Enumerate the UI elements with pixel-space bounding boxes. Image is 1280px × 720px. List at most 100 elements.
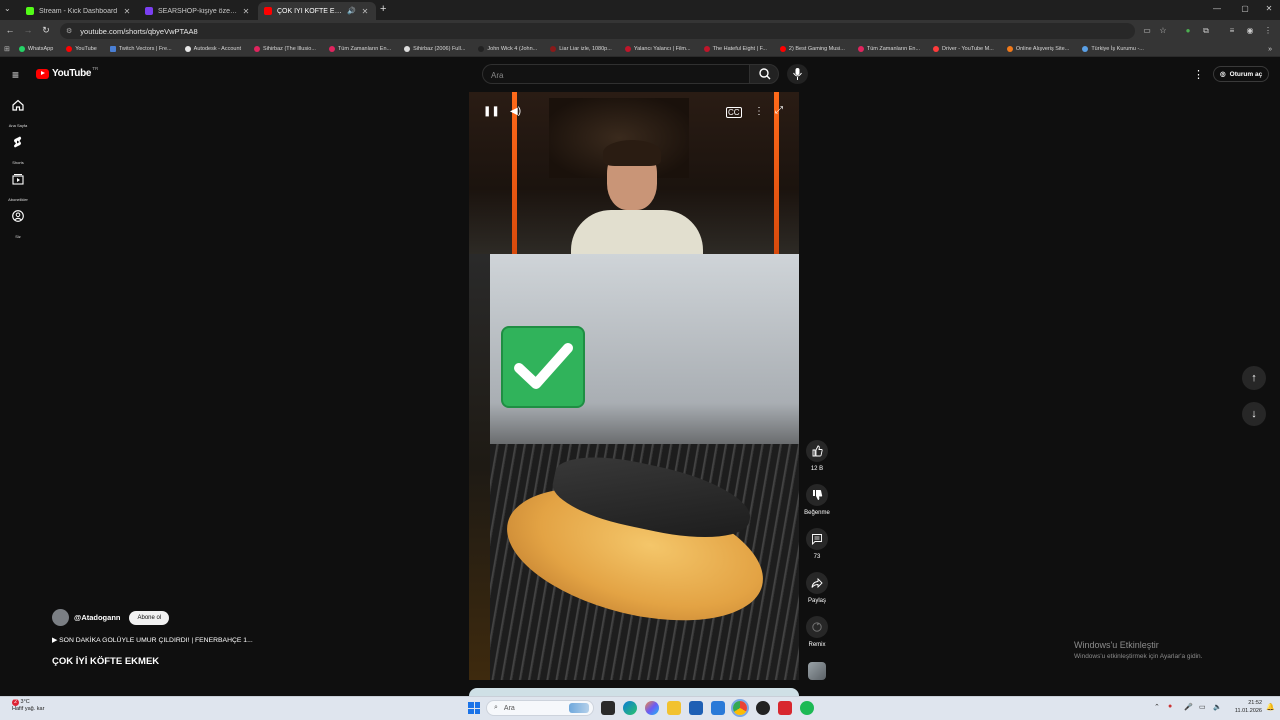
maximize-window-icon[interactable]: ▢	[1238, 4, 1252, 13]
spotify-icon[interactable]	[800, 701, 814, 715]
bookmark-item[interactable]: WhatsApp	[18, 46, 53, 52]
sidebar-item-subscriptions[interactable]: Abonelikler	[0, 172, 36, 206]
hamburger-menu-icon[interactable]: ≡	[12, 68, 19, 82]
shorts-video-player[interactable]: ❚❚ ◀) CC ⋮ ⤢	[469, 92, 799, 680]
comments-action[interactable]: 73	[800, 528, 834, 560]
sidebar-item-you[interactable]: Siz	[0, 209, 36, 243]
chrome-icon[interactable]	[733, 701, 747, 715]
bookmark-item[interactable]: Yalancı Yalancı | Film...	[624, 46, 691, 52]
food-clip-frame	[490, 254, 799, 680]
fullscreen-icon[interactable]: ⤢	[775, 105, 783, 116]
bookmark-item[interactable]: Sihirbaz (2006) Full...	[404, 46, 465, 52]
file-explorer-icon[interactable]	[667, 701, 681, 715]
channel-name[interactable]: @Atadogann	[74, 613, 120, 622]
pause-icon[interactable]: ❚❚	[483, 106, 500, 117]
close-tab-icon[interactable]: ✕	[360, 7, 370, 16]
audio-playing-icon[interactable]: 🔊	[347, 7, 356, 15]
dislike-button[interactable]	[806, 484, 828, 506]
forward-icon[interactable]: →	[22, 25, 34, 35]
display-tray-icon[interactable]: ▭	[1199, 703, 1206, 711]
search-button[interactable]	[749, 64, 779, 84]
address-bar[interactable]: ⚙ youtube.com/shorts/qbyeVwPTAA8	[60, 23, 1135, 39]
tab-search-button[interactable]: ⌄	[4, 4, 11, 13]
sidebar-item-label: Shorts	[12, 160, 24, 165]
like-action[interactable]: 12 B	[800, 440, 834, 472]
comments-button[interactable]	[806, 528, 828, 550]
bookmark-item[interactable]: Online Alışveriş Site...	[1006, 46, 1069, 52]
avatar[interactable]	[52, 609, 69, 626]
notification-bell-icon[interactable]: 🔔	[1266, 703, 1275, 711]
more-bookmarks-icon[interactable]: »	[1268, 46, 1272, 53]
bookmark-item[interactable]: Tüm Zamanların En...	[857, 46, 920, 52]
volume-icon[interactable]: ◀)	[510, 106, 521, 117]
sidebar-item-home[interactable]: Ana Sayfa	[0, 98, 36, 132]
signin-button[interactable]: ◎ Oturum aç	[1213, 66, 1270, 82]
profile-icon[interactable]: ◉	[1244, 26, 1256, 35]
channel-avatar-small[interactable]	[808, 662, 826, 680]
cast-icon[interactable]: ▭	[1141, 26, 1153, 35]
microphone-tray-icon[interactable]: 🎤	[1184, 703, 1193, 711]
bookmark-item[interactable]: Autodesk - Account	[184, 46, 242, 52]
bookmark-item[interactable]: 2) Best Gaming Musi...	[779, 46, 845, 52]
apps-grid-icon[interactable]: ⊞	[4, 45, 10, 53]
mail-icon[interactable]	[711, 701, 725, 715]
next-short-button[interactable]: ↓	[1242, 402, 1266, 426]
bookmark-item[interactable]: Sihirbaz (The Illusio...	[254, 46, 316, 52]
dislike-action[interactable]: Beğenme	[800, 484, 834, 516]
remix-button[interactable]	[806, 616, 828, 638]
close-window-icon[interactable]: ✕	[1262, 4, 1276, 13]
bookmark-item[interactable]: The Hateful Eight | F...	[703, 46, 767, 52]
back-icon[interactable]: ←	[4, 25, 16, 35]
windows-start-icon[interactable]	[468, 702, 480, 714]
sidebar-item-shorts[interactable]: Shorts	[0, 135, 36, 169]
bookmark-item[interactable]: John Wick 4 (John...	[478, 46, 537, 52]
reload-icon[interactable]: ↻	[40, 25, 52, 36]
search-input[interactable]	[483, 66, 750, 85]
close-tab-icon[interactable]: ✕	[122, 7, 132, 16]
bookmark-label: Autodesk - Account	[193, 46, 242, 52]
site-info-icon[interactable]: ⚙	[66, 27, 72, 35]
browser-tab[interactable]: SEARSHOP-kişiye özel baladan ✕	[139, 2, 257, 20]
previous-short-button[interactable]: ↑	[1242, 366, 1266, 390]
chrome-menu-icon[interactable]: ⋮	[1262, 26, 1274, 35]
bookmark-item[interactable]: Driver - YouTube M...	[933, 46, 994, 52]
bookmark-item[interactable]: Twitch Vectors | Fre...	[109, 46, 172, 52]
like-button[interactable]	[806, 440, 828, 462]
bookmark-item[interactable]: Türkiye İş Kurumu -...	[1082, 46, 1144, 52]
copilot-icon[interactable]	[645, 701, 659, 715]
taskbar-search[interactable]: ⌕ Ara	[486, 700, 594, 716]
close-tab-icon[interactable]: ✕	[241, 7, 251, 16]
bookmark-star-icon[interactable]: ☆	[1157, 26, 1169, 35]
extensions-puzzle-icon[interactable]: ⧉	[1200, 26, 1212, 36]
suggested-video-link[interactable]: ▶ SON DAKİKA GOLÜYLE UMUR ÇILDIRDI! | FE…	[52, 636, 253, 644]
edge-browser-icon[interactable]	[623, 701, 637, 715]
subscribe-button[interactable]: Abone ol	[129, 610, 170, 625]
more-options-icon[interactable]: ⋮	[754, 106, 764, 117]
share-button[interactable]	[806, 572, 828, 594]
task-view-icon[interactable]	[601, 701, 615, 715]
media-icon[interactable]: ≡	[1226, 26, 1238, 35]
browser-tab-active[interactable]: ÇOK İYİ KÖFTE EKMEK - Yo 🔊 ✕	[258, 2, 376, 20]
browser-tab[interactable]: Stream - Kick Dashboard ✕	[20, 2, 138, 20]
share-action[interactable]: Paylaş	[800, 572, 834, 604]
voice-search-button[interactable]	[787, 64, 808, 84]
game-app-icon[interactable]	[756, 701, 770, 715]
bookmark-item[interactable]: Tüm Zamanların En...	[328, 46, 391, 52]
tray-overflow-icon[interactable]: ⌃	[1154, 703, 1160, 711]
system-clock[interactable]: 21:52 11.01.2026	[1226, 699, 1262, 715]
store-icon[interactable]	[689, 701, 703, 715]
bookmark-item[interactable]: Liar Liar izle, 1080p...	[550, 46, 612, 52]
app-red-icon[interactable]	[778, 701, 792, 715]
youtube-logo[interactable]: YouTube TR	[36, 66, 98, 79]
bookmark-item[interactable]: YouTube	[66, 46, 97, 52]
remix-action[interactable]: Remix	[800, 616, 834, 648]
new-tab-button[interactable]: +	[380, 3, 386, 15]
settings-kebab-icon[interactable]: ⋮	[1193, 68, 1204, 81]
weather-widget[interactable]: 2 3°C Hafif yağ. kar	[12, 699, 44, 713]
captions-icon[interactable]: CC	[726, 107, 742, 118]
extension-icon[interactable]: ●	[1182, 26, 1194, 35]
home-icon	[12, 99, 24, 111]
volume-tray-icon[interactable]: 🔈	[1213, 703, 1222, 711]
minimize-window-icon[interactable]: —	[1210, 4, 1224, 13]
tray-app-icon[interactable]: ●	[1168, 703, 1172, 710]
